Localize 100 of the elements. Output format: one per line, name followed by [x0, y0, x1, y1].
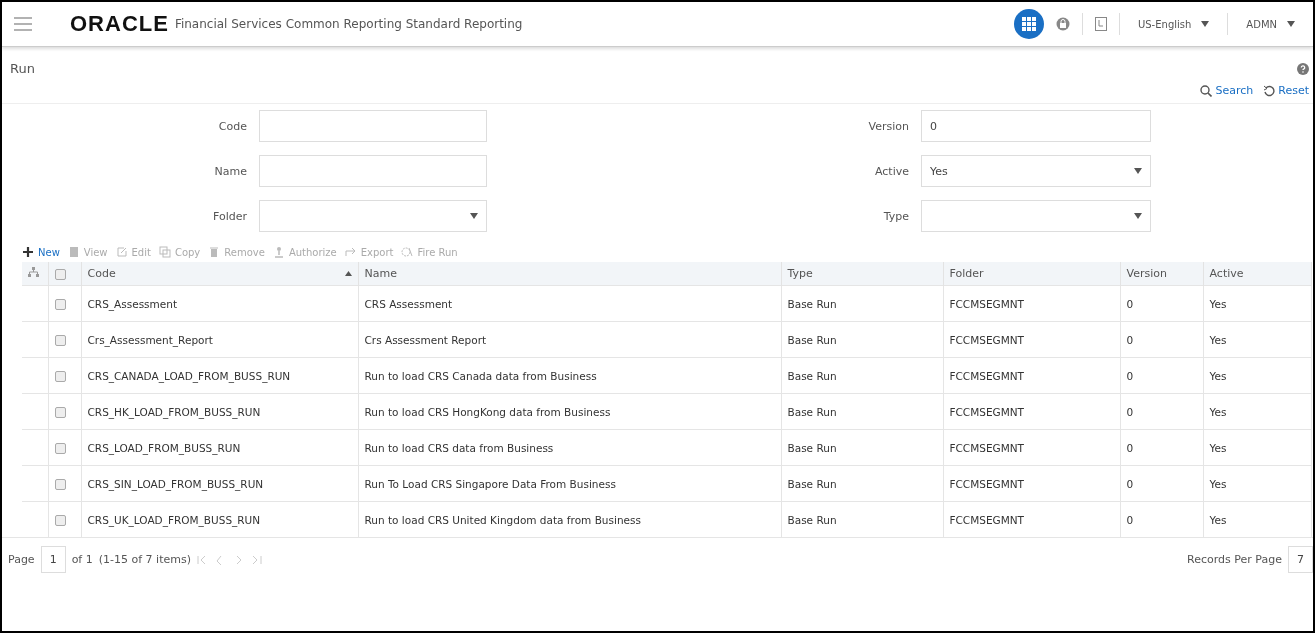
table-cell: Yes — [1203, 429, 1311, 466]
table-cell: FCCMSEGMNT — [943, 285, 1120, 322]
caret-icon — [1201, 21, 1210, 27]
column-header[interactable]: Active — [1203, 262, 1311, 286]
caret-icon — [1287, 21, 1295, 27]
reset-button[interactable]: Reset — [1263, 84, 1309, 97]
document-icon[interactable] — [1094, 17, 1107, 31]
select-field[interactable]: Yes — [921, 155, 1151, 187]
input-field[interactable]: 0 — [921, 110, 1151, 142]
plus-icon — [22, 246, 34, 258]
page-number-field[interactable]: 1 — [40, 546, 66, 573]
field-label: Active — [873, 164, 909, 178]
row-checkbox[interactable] — [54, 370, 66, 382]
table-cell: Crs Assessment Report — [358, 321, 781, 358]
table-cell: Yes — [1203, 357, 1311, 394]
search-button[interactable]: Search — [1200, 84, 1254, 97]
reset-icon — [1263, 84, 1276, 97]
table-cell: Base Run — [781, 321, 943, 358]
table-cell: Run to load CRS data from Business — [358, 429, 781, 466]
document-icon — [67, 246, 80, 258]
select-field[interactable] — [259, 200, 487, 232]
field-label: Type — [882, 209, 909, 223]
help-icon[interactable] — [1297, 62, 1309, 75]
table-cell: CRS_HK_LOAD_FROM_BUSS_RUN — [81, 393, 358, 430]
page-count: of 1 — [71, 553, 93, 566]
input-field[interactable] — [259, 110, 487, 142]
table-cell: CRS_Assessment — [81, 285, 358, 322]
row-checkbox[interactable] — [54, 334, 66, 346]
table-cell: Base Run — [781, 429, 943, 466]
input-field[interactable] — [259, 155, 487, 187]
table-cell: CRS_UK_LOAD_FROM_BUSS_RUN — [81, 501, 358, 537]
row-checkbox[interactable] — [54, 442, 66, 454]
field-label: Name — [213, 164, 247, 178]
copy-icon — [158, 246, 171, 258]
row-checkbox[interactable] — [54, 514, 66, 526]
table-cell: CRS_LOAD_FROM_BUSS_RUN — [81, 429, 358, 466]
sort-ascending-icon — [344, 271, 352, 276]
table-cell: 0 — [1120, 429, 1203, 466]
caret-icon — [1134, 213, 1142, 219]
table-cell: Run to load CRS HongKong data from Business — [358, 393, 781, 430]
row-checkbox[interactable] — [54, 298, 66, 310]
edit-icon — [115, 246, 128, 258]
table-cell: Yes — [1203, 285, 1311, 322]
item-range: (1-15 of 7 items) — [98, 553, 191, 566]
table-cell: Base Run — [781, 285, 943, 322]
table-cell: Run to load CRS Canada data from Business — [358, 357, 781, 394]
logo: ORACLE — [70, 11, 169, 37]
table-cell: FCCMSEGMNT — [943, 321, 1120, 358]
table-cell: Base Run — [781, 501, 943, 537]
column-header[interactable]: Type — [781, 262, 943, 286]
arrow-icon — [344, 246, 357, 258]
column-header[interactable]: Name — [358, 262, 781, 286]
search-icon — [1200, 84, 1213, 97]
app-title: Financial Services Common Reporting Standard Reporting — [174, 17, 523, 31]
column-header[interactable]: Folder — [943, 262, 1120, 286]
field-label: Folder — [212, 209, 247, 223]
toolbar-button[interactable]: New — [22, 246, 60, 258]
table-cell: FCCMSEGMNT — [943, 393, 1120, 430]
lock-icon[interactable] — [1055, 17, 1070, 31]
user-menu[interactable]: ADMN — [1240, 18, 1301, 30]
caret-icon — [1134, 168, 1142, 174]
language-dropdown[interactable]: US-English — [1131, 18, 1216, 30]
table-cell: Yes — [1203, 393, 1311, 430]
table-cell: Yes — [1203, 501, 1311, 537]
caret-icon — [470, 213, 478, 219]
table-cell: 0 — [1120, 465, 1203, 502]
row-checkbox[interactable] — [54, 406, 66, 418]
select-field[interactable] — [921, 200, 1151, 232]
table-cell: 0 — [1120, 321, 1203, 358]
field-label: Version — [867, 119, 909, 133]
apps-grid-icon[interactable] — [1013, 9, 1044, 39]
field-label: Code — [217, 119, 247, 133]
select-all-checkbox[interactable] — [54, 268, 66, 280]
row-checkbox[interactable] — [54, 478, 66, 490]
table-cell: FCCMSEGMNT — [943, 357, 1120, 394]
table-cell: 0 — [1120, 357, 1203, 394]
page-label: Page — [8, 553, 35, 566]
trash-icon — [208, 246, 221, 258]
table-cell: Crs_Assessment_Report — [81, 321, 358, 358]
menu-icon[interactable] — [14, 17, 32, 31]
column-header[interactable]: Code — [81, 262, 358, 286]
table-cell: 0 — [1120, 285, 1203, 322]
table-cell: CRS_SIN_LOAD_FROM_BUSS_RUN — [81, 465, 358, 502]
table-cell: Yes — [1203, 321, 1311, 358]
table-cell: FCCMSEGMNT — [943, 501, 1120, 537]
table-cell: Run to load CRS United Kingdom data from Business — [358, 501, 781, 537]
table-cell: Base Run — [781, 465, 943, 502]
person-icon — [272, 246, 285, 258]
table-cell: FCCMSEGMNT — [943, 429, 1120, 466]
table-cell: Yes — [1203, 465, 1311, 502]
records-per-page-label: Records Per Page — [1187, 553, 1282, 566]
table-cell: 0 — [1120, 501, 1203, 537]
column-header[interactable]: Version — [1120, 262, 1203, 286]
table-cell: Base Run — [781, 357, 943, 394]
hierarchy-icon[interactable] — [28, 267, 39, 277]
table-cell: CRS Assessment — [358, 285, 781, 322]
table-cell: 0 — [1120, 393, 1203, 430]
records-per-page-field[interactable]: 7 — [1288, 546, 1313, 573]
table-cell: Run To Load CRS Singapore Data From Business — [358, 465, 781, 502]
table-cell: Base Run — [781, 393, 943, 430]
